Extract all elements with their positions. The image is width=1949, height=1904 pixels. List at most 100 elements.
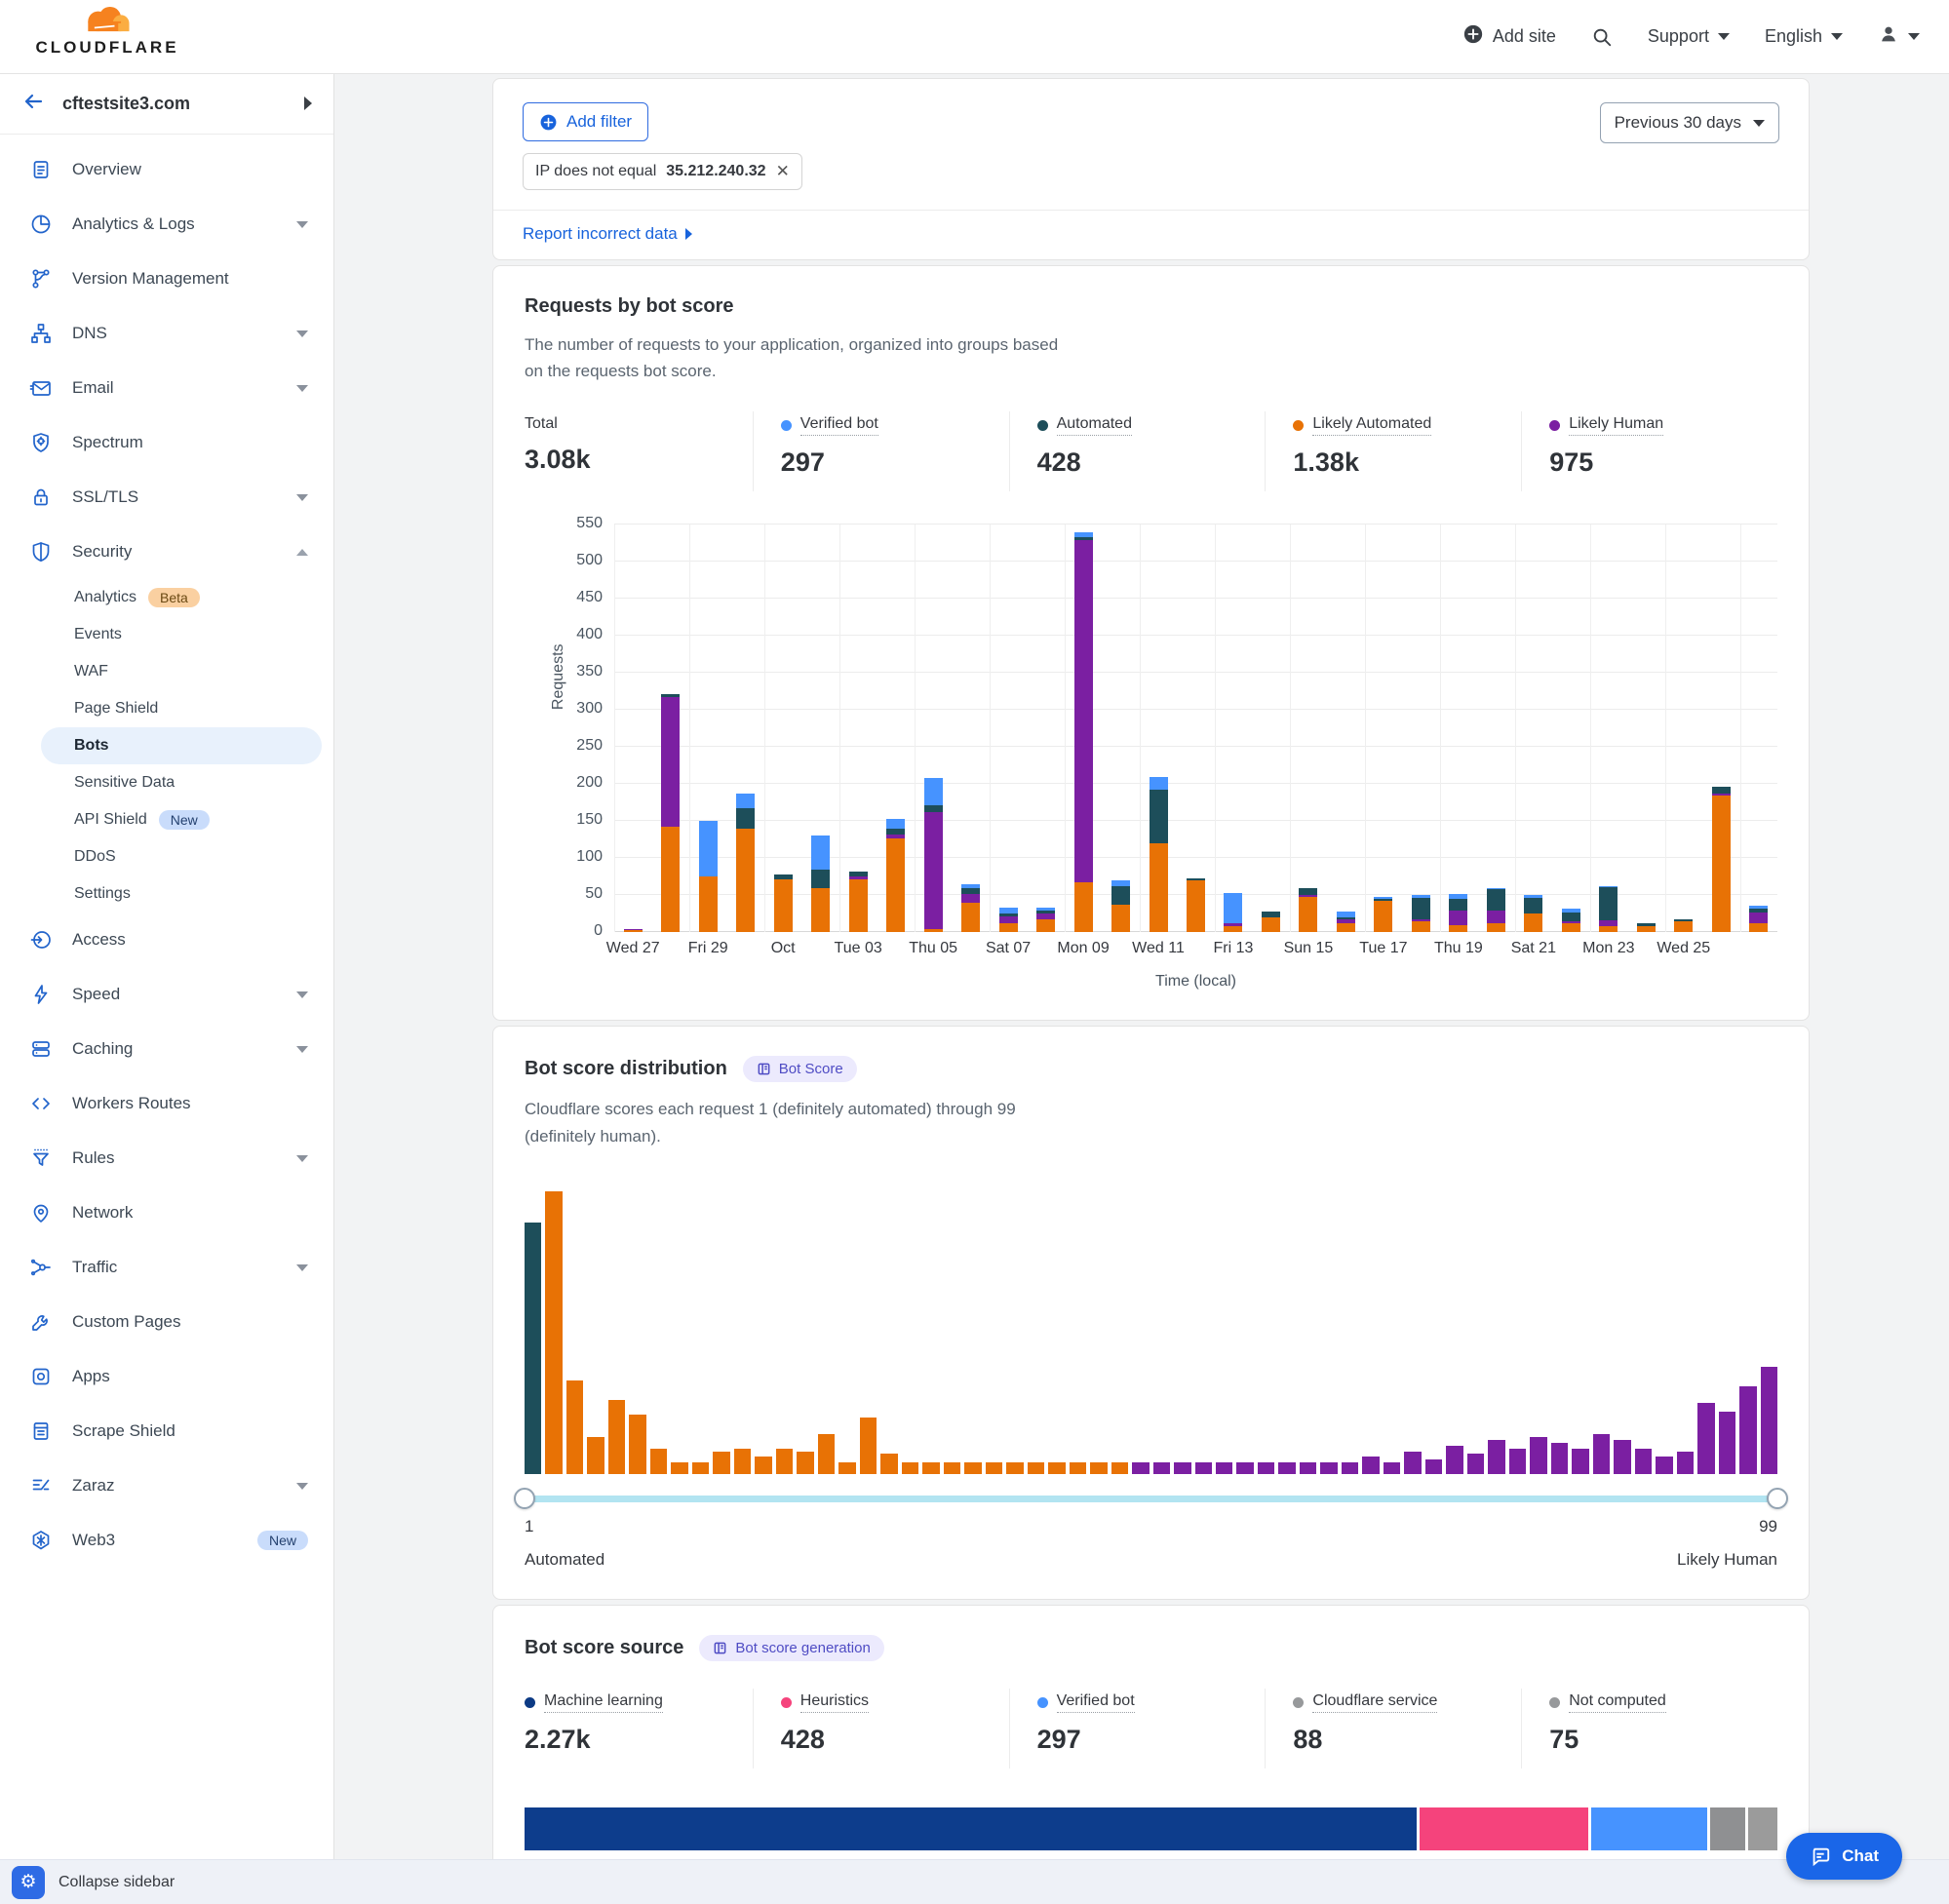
sidebar-item-overview[interactable]: Overview — [0, 142, 333, 197]
stat-label[interactable]: Machine learning — [544, 1692, 663, 1713]
stat-label[interactable]: Verified bot — [800, 415, 878, 436]
report-incorrect-data-link[interactable]: Report incorrect data — [523, 224, 692, 244]
stat-label[interactable]: Not computed — [1569, 1692, 1666, 1713]
search-icon[interactable] — [1591, 26, 1613, 48]
x-tick-label: Oct — [771, 940, 796, 957]
bar-column — [614, 525, 651, 932]
close-icon[interactable]: ✕ — [776, 162, 790, 181]
filter-chip[interactable]: IP does not equal 35.212.240.32 ✕ — [523, 153, 802, 190]
language-menu[interactable]: English — [1765, 26, 1843, 47]
sidebar-footer: ⚙ Collapse sidebar — [0, 1859, 1949, 1904]
section-title: Bot score source — [525, 1637, 683, 1659]
sidebar-item-page-shield[interactable]: Page Shield — [0, 690, 333, 727]
sidebar-item-rules[interactable]: Rules — [0, 1131, 333, 1185]
sidebar-item-speed[interactable]: Speed — [0, 967, 333, 1022]
sidebar-item-network[interactable]: Network — [0, 1185, 333, 1240]
bar-column — [1140, 525, 1177, 932]
bar-column — [1290, 525, 1327, 932]
bar-segment-automated — [1449, 899, 1467, 910]
add-filter-button[interactable]: Add filter — [523, 102, 648, 141]
caching-icon — [29, 1037, 53, 1061]
sidebar-item-caching[interactable]: Caching — [0, 1022, 333, 1076]
stat-value: 428 — [1037, 447, 1266, 478]
bot-score-badge[interactable]: Bot Score — [743, 1056, 857, 1082]
sidebar-item-access[interactable]: Access — [0, 913, 333, 967]
section-description: Cloudflare scores each request 1 (defini… — [525, 1096, 1071, 1148]
histogram-bar — [964, 1462, 981, 1474]
histogram-bar — [1362, 1457, 1379, 1473]
sidebar-item-settings[interactable]: Settings — [0, 875, 333, 913]
collapse-sidebar-button[interactable]: Collapse sidebar — [58, 1874, 175, 1891]
slider-handle-max[interactable] — [1767, 1488, 1788, 1509]
sidebar-item-spectrum[interactable]: Spectrum — [0, 415, 333, 470]
sidebar-item-api-shield[interactable]: API ShieldNew — [0, 801, 333, 838]
user-menu[interactable] — [1878, 23, 1920, 50]
sidebar-item-bots[interactable]: Bots — [41, 727, 322, 764]
sidebar-item-traffic[interactable]: Traffic — [0, 1240, 333, 1295]
date-range-select[interactable]: Previous 30 days — [1600, 102, 1779, 143]
bar-column — [1515, 525, 1552, 932]
histogram-bar — [1090, 1462, 1107, 1474]
chat-label: Chat — [1842, 1846, 1879, 1866]
sidebar-item-ddos[interactable]: DDoS — [0, 838, 333, 875]
stat-automated: Automated 428 — [1009, 411, 1266, 491]
histogram-bar — [566, 1380, 583, 1474]
sidebar-item-label: Overview — [72, 160, 308, 179]
bar-column — [801, 525, 838, 932]
x-tick-label: Sat 07 — [986, 940, 1031, 957]
sidebar-item-ssl-tls[interactable]: SSL/TLS — [0, 470, 333, 525]
sidebar-item-security[interactable]: Security — [0, 525, 333, 579]
back-arrow-icon[interactable] — [21, 90, 45, 118]
stat-label[interactable]: Likely Human — [1569, 415, 1663, 436]
topbar: CLOUDFLARE Add site Support English — [0, 0, 1949, 74]
sidebar-item-events[interactable]: Events — [0, 616, 333, 653]
sidebar-item-workers-routes[interactable]: Workers Routes — [0, 1076, 333, 1131]
sidebar-item-apps[interactable]: Apps — [0, 1349, 333, 1404]
chat-bubble-icon — [1810, 1846, 1831, 1867]
sidebar-item-version-management[interactable]: Version Management — [0, 252, 333, 306]
histogram-bar — [713, 1452, 729, 1474]
stat-label[interactable]: Heuristics — [800, 1692, 869, 1713]
bar-segment-likely-automated — [1074, 882, 1093, 933]
x-axis-labels: Wed 27Fri 29OctTue 03Thu 05Sat 07Mon 09W… — [614, 940, 1777, 965]
chevron-right-icon[interactable] — [304, 97, 312, 110]
histogram-bar — [902, 1462, 918, 1474]
slider-track — [525, 1496, 1777, 1502]
sidebar-item-sensitive-data[interactable]: Sensitive Data — [0, 764, 333, 801]
histogram-bar — [1697, 1403, 1714, 1474]
web3-icon — [29, 1529, 53, 1552]
stat-label[interactable]: Automated — [1057, 415, 1132, 436]
bar-segment-likely-automated — [1299, 897, 1317, 932]
sidebar-item-web3[interactable]: Web3New — [0, 1513, 333, 1568]
sidebar-item-label: Spectrum — [72, 433, 308, 452]
bar-segment-verified-bot — [924, 778, 943, 804]
stat-label[interactable]: Likely Automated — [1312, 415, 1431, 436]
cloudflare-logo[interactable]: CLOUDFLARE — [19, 6, 195, 58]
source-proportion-bar — [525, 1807, 1777, 1850]
add-site-button[interactable]: Add site — [1462, 23, 1556, 50]
sidebar-item-email[interactable]: Email — [0, 361, 333, 415]
histogram-bar — [1467, 1454, 1484, 1473]
new-badge: New — [257, 1531, 308, 1550]
bot-score-generation-badge[interactable]: Bot score generation — [699, 1635, 883, 1661]
histogram-bar — [1320, 1462, 1337, 1474]
sidebar-item-waf[interactable]: WAF — [0, 653, 333, 690]
sidebar-item-zaraz[interactable]: Zaraz — [0, 1458, 333, 1513]
slider-handle-min[interactable] — [514, 1488, 535, 1509]
sidebar-item-analytics[interactable]: AnalyticsBeta — [0, 579, 333, 616]
cloudflare-cloud-icon — [76, 6, 138, 35]
sidebar-item-label: DDoS — [74, 848, 116, 866]
support-menu[interactable]: Support — [1648, 26, 1730, 47]
stat-label[interactable]: Verified bot — [1057, 1692, 1135, 1713]
bar-segment-likely-human — [1487, 911, 1505, 924]
chat-button[interactable]: Chat — [1786, 1833, 1902, 1880]
gear-icon[interactable]: ⚙ — [12, 1866, 45, 1899]
stat-label[interactable]: Cloudflare service — [1312, 1692, 1437, 1713]
sidebar-item-custom-pages[interactable]: Custom Pages — [0, 1295, 333, 1349]
y-tick-label: 500 — [525, 552, 603, 569]
sidebar-item-analytics-logs[interactable]: Analytics & Logs — [0, 197, 333, 252]
sidebar-item-scrape-shield[interactable]: Scrape Shield — [0, 1404, 333, 1458]
stat-cloudflare-service: Cloudflare service88 — [1265, 1689, 1521, 1768]
bar-segment-likely-automated — [1150, 843, 1168, 932]
sidebar-item-dns[interactable]: DNS — [0, 306, 333, 361]
